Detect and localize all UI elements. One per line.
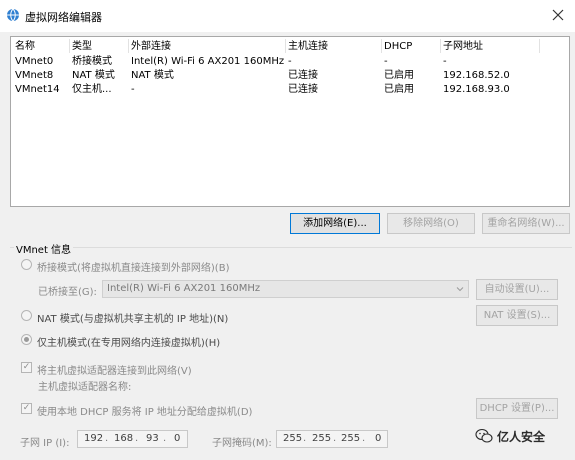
column-separator[interactable] [69,39,70,53]
mask-dot: . [303,433,307,444]
column-separator[interactable] [128,39,129,53]
column-separator[interactable] [440,39,441,53]
mask-dot: . [362,433,366,444]
column-header-subnet[interactable]: 子网地址 [443,40,483,54]
subnet-ip-input[interactable]: 192 . 168 . 93 . 0 [77,430,188,448]
bridged-to-label: 已桥接至(G): [38,287,97,298]
subnet-ip-label: 子网 IP (I): [20,438,70,449]
column-header-dhcp[interactable]: DHCP [384,40,412,54]
mask-octet: 255 [341,433,361,444]
dhcp-settings-button[interactable]: DHCP 设置(P)... [476,398,558,419]
ip-dot: . [163,433,167,444]
title-bar: 虚拟网络编辑器 [0,0,575,32]
cell-external: Intel(R) Wi-Fi 6 AX201 160MHz [131,56,285,67]
cell-external: NAT 模式 [131,70,174,81]
bridge-mode-label[interactable]: 桥接模式(将虚拟机直接连接到外部网络)(B) [37,259,229,274]
nat-mode-label[interactable]: NAT 模式(与虚拟机共享主机的 IP 地址)(N) [37,310,228,325]
cell-type: NAT 模式 [72,70,115,81]
connect-adapter-label[interactable]: 将主机虚拟适配器连接到此网络(V) [37,362,192,377]
dhcp-label[interactable]: 使用本地 DHCP 服务将 IP 地址分配给虚拟机(D) [37,403,252,418]
column-header-external[interactable]: 外部连接 [131,40,171,54]
cell-subnet: 192.168.52.0 [443,70,510,81]
column-header-name[interactable]: 名称 [15,40,35,54]
cell-name: VMnet0 [15,56,54,67]
cell-host: 已连接 [288,70,318,81]
host-only-mode-label[interactable]: 仅主机模式(在专用网络内连接虚拟机)(H) [37,334,220,349]
globe-icon [7,8,19,22]
ip-octet: 192 [84,433,104,444]
cell-host: - [288,56,292,67]
add-network-button[interactable]: 添加网络(E)... [290,213,380,234]
ip-dot: . [135,433,139,444]
rename-network-button[interactable]: 重命名网络(W)... [482,213,570,234]
network-list[interactable]: 名称 类型 外部连接 主机连接 DHCP 子网地址 VMnet0 桥接模式 In… [10,36,570,207]
wechat-icon [475,428,493,443]
virtual-network-editor-window: 虚拟网络编辑器 名称 类型 外部连接 主机连接 DHCP 子网地址 VMnet0… [0,0,575,460]
cell-subnet: 192.168.93.0 [443,84,510,95]
nat-settings-button[interactable]: NAT 设置(S)... [476,305,558,326]
auto-settings-button[interactable]: 自动设置(U)... [476,279,558,300]
bridged-to-value: Intel(R) Wi-Fi 6 AX201 160MHz [107,283,261,294]
ip-octet: 168 [114,433,134,444]
group-divider [10,247,572,248]
subnet-mask-input[interactable]: 255 . 255 . 255 . 0 [276,430,388,448]
cell-dhcp: 已启用 [384,84,414,95]
column-header-host[interactable]: 主机连接 [288,40,328,54]
host-only-mode-radio[interactable] [21,334,32,345]
mask-octet: 255 [312,433,332,444]
cell-external: - [131,84,135,95]
cell-name: VMnet8 [15,70,54,81]
watermark-text: 亿人安全 [497,430,546,444]
chevron-down-icon [456,287,464,292]
cell-subnet: - [443,56,447,67]
table-header: 名称 类型 外部连接 主机连接 DHCP 子网地址 [11,40,571,54]
dhcp-checkbox[interactable]: ✓ [21,403,32,414]
adapter-name-label: 主机虚拟适配器名称: [38,382,132,393]
bridged-to-select[interactable]: Intel(R) Wi-Fi 6 AX201 160MHz [102,280,469,298]
remove-network-button[interactable]: 移除网络(O) [387,213,475,234]
column-separator[interactable] [381,39,382,53]
cell-host: 已连接 [288,84,318,95]
close-icon[interactable] [547,4,569,26]
vmnet-info-label: VMnet 信息 [14,241,74,256]
window-title: 虚拟网络编辑器 [25,11,102,24]
cell-type: 仅主机... [72,84,112,95]
cell-dhcp: - [384,56,388,67]
subnet-mask-label: 子网掩码(M): [212,438,272,449]
ip-dot: . [105,433,109,444]
column-header-type[interactable]: 类型 [72,40,92,54]
column-separator[interactable] [539,39,540,53]
mask-dot: . [333,433,337,444]
connect-adapter-checkbox[interactable]: ✓ [21,362,32,373]
nat-mode-radio[interactable] [21,310,32,321]
ip-octet: 0 [174,433,181,444]
cell-dhcp: 已启用 [384,70,414,81]
column-separator[interactable] [285,39,286,53]
cell-type: 桥接模式 [72,56,112,67]
cell-name: VMnet14 [15,84,60,95]
mask-octet: 0 [375,433,382,444]
mask-octet: 255 [283,433,303,444]
bridge-mode-radio[interactable] [21,259,32,270]
ip-octet: 93 [146,433,159,444]
